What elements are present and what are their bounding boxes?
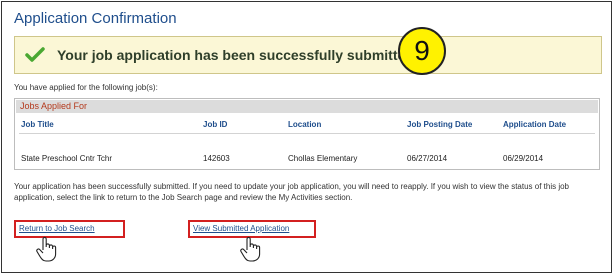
column-header-job-title: Job Title bbox=[21, 120, 54, 129]
instructions-text: Your application has been successfully s… bbox=[14, 182, 569, 202]
view-submitted-application-link[interactable]: View Submitted Application bbox=[193, 224, 289, 233]
success-banner: Your job application has been successful… bbox=[14, 27, 602, 75]
hand-pointer-icon bbox=[240, 236, 261, 262]
column-header-job-id: Job ID bbox=[203, 120, 228, 129]
applied-intro-text: You have applied for the following job(s… bbox=[14, 83, 158, 92]
check-icon bbox=[25, 47, 45, 62]
header-divider bbox=[19, 133, 595, 134]
jobs-applied-table: Jobs Applied For Job Title Job ID Locati… bbox=[14, 98, 600, 170]
jobs-applied-header: Jobs Applied For bbox=[16, 100, 598, 113]
cell-application-date: 06/29/2014 bbox=[503, 154, 544, 163]
hand-pointer-icon bbox=[36, 236, 57, 262]
cell-location: Chollas Elementary bbox=[288, 154, 358, 163]
step-number-badge: 9 bbox=[398, 27, 446, 75]
cell-job-id: 142603 bbox=[203, 154, 230, 163]
confirmation-panel: Application Confirmation Your job applic… bbox=[1, 1, 612, 273]
page-title: Application Confirmation bbox=[14, 10, 177, 27]
success-message: Your job application has been successful… bbox=[57, 47, 418, 63]
cell-job-title: State Preschool Cntr Tchr bbox=[21, 154, 113, 163]
cell-posting-date: 06/27/2014 bbox=[407, 154, 448, 163]
return-to-job-search-highlight: Return to Job Search bbox=[14, 220, 125, 238]
return-to-job-search-link[interactable]: Return to Job Search bbox=[19, 224, 95, 233]
column-header-application-date: Application Date bbox=[503, 120, 567, 129]
column-header-location: Location bbox=[288, 120, 322, 129]
column-header-posting-date: Job Posting Date bbox=[407, 120, 473, 129]
